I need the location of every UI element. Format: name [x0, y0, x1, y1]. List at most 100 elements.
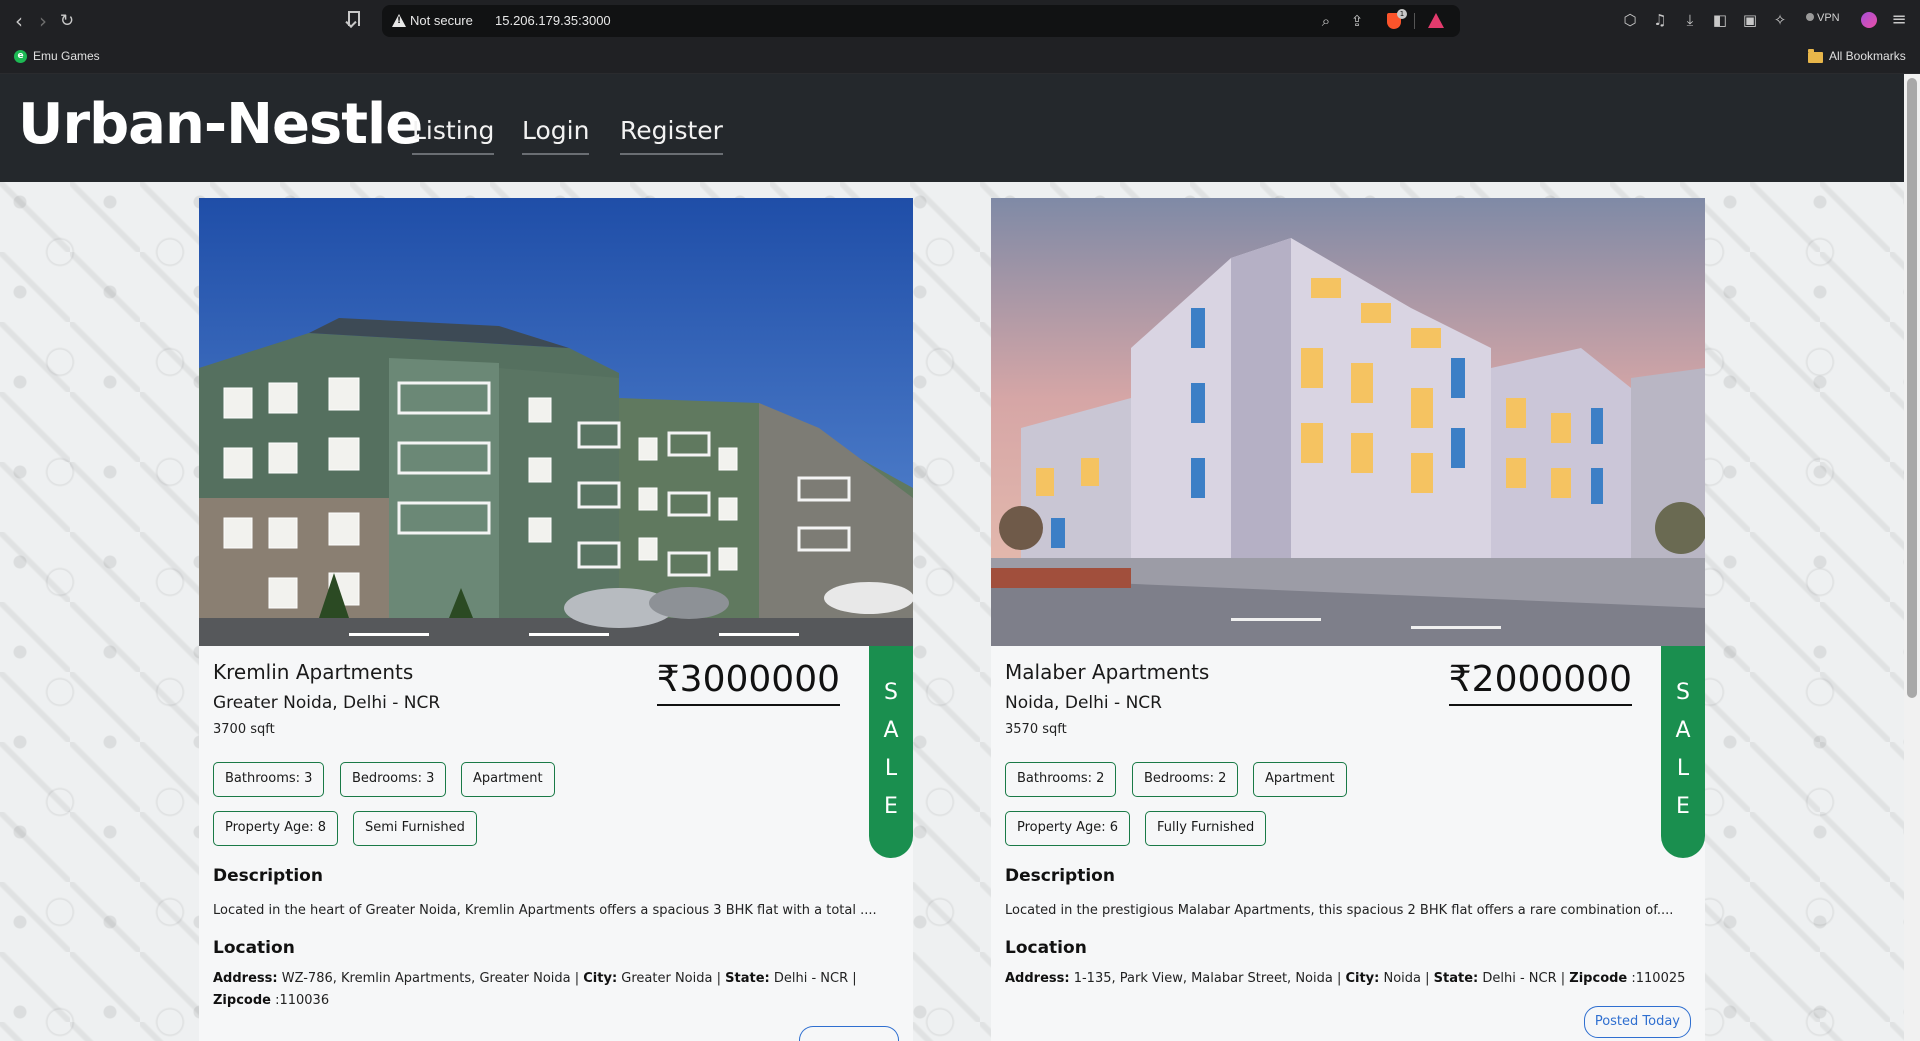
url-text[interactable]: 15.206.179.35:3000 [495, 13, 611, 28]
site-brand[interactable]: Urban-Nestle [18, 92, 423, 157]
bookmark-page-icon[interactable] [348, 11, 360, 26]
address-text: Address: WZ-786, Kremlin Apartments, Gre… [213, 968, 903, 1012]
posted-badge [799, 1026, 899, 1041]
sale-letter: L [884, 756, 898, 781]
reload-icon[interactable]: ↻ [54, 8, 80, 34]
sale-letter: S [884, 680, 898, 705]
sale-letter: L [1676, 756, 1690, 781]
urlbar-divider [1414, 13, 1415, 29]
sale-letter: E [1676, 794, 1690, 819]
sale-badge: S A L E [869, 646, 913, 858]
listing-details: Malaber Apartments Noida, Delhi - NCR 35… [991, 646, 1705, 1041]
description-text: Located in the prestigious Malabar Apart… [1005, 903, 1674, 918]
chip-property-age: Property Age: 8 [213, 811, 339, 846]
posted-badge: Posted Today [1583, 1006, 1691, 1038]
sale-badge: S A L E [1661, 646, 1705, 858]
scrollbar-thumb[interactable] [1907, 78, 1917, 698]
listing-card[interactable]: Kremlin Apartments Greater Noida, Delhi … [199, 198, 913, 1041]
sale-letter: S [1676, 680, 1690, 705]
media-icon[interactable]: ♫ [1650, 9, 1670, 31]
extensions-icon[interactable]: ⬡ [1620, 9, 1640, 31]
nav-login[interactable]: Login [522, 116, 590, 155]
listing-city: Greater Noida, Delhi - NCR [213, 693, 441, 713]
chip-bathrooms: Bathrooms: 2 [1005, 762, 1117, 797]
zipcode-label: Zipcode [1569, 971, 1628, 986]
chip-bedrooms: Bedrooms: 2 [1132, 762, 1239, 797]
download-icon[interactable]: ⤓ [1680, 9, 1700, 31]
state-value: Delhi - NCR | [769, 971, 857, 986]
address-bar[interactable]: Not secure 15.206.179.35:3000 ⌕ ⇪ 1 [382, 5, 1460, 37]
emu-games-favicon-icon[interactable]: e [14, 50, 27, 63]
zipcode-value: :110025 [1627, 971, 1686, 986]
warning-icon[interactable] [392, 14, 406, 27]
bookmark-emu-games[interactable]: Emu Games [33, 49, 100, 63]
address-label: Address: [1005, 971, 1070, 986]
sale-letter: A [883, 718, 899, 743]
description-heading: Description [213, 866, 323, 886]
chip-bathrooms: Bathrooms: 3 [213, 762, 325, 797]
chip-bedrooms: Bedrooms: 3 [340, 762, 447, 797]
site-header: Urban-Nestle Listing Login Register [0, 74, 1904, 182]
property-photo[interactable] [199, 198, 913, 646]
address-value: WZ-786, Kremlin Apartments, Greater Noid… [277, 971, 584, 986]
shield-count-badge: 1 [1397, 9, 1407, 19]
page-scrollbar[interactable] [1904, 74, 1920, 1041]
back-icon[interactable]: ‹ [6, 8, 32, 34]
menu-icon[interactable]: ≡ [1889, 9, 1909, 31]
city-label: City: [583, 971, 618, 986]
bookmarks-bar: e Emu Games All Bookmarks [0, 42, 1920, 74]
state-value: Delhi - NCR | [1478, 971, 1570, 986]
zipcode-label: Zipcode [213, 993, 271, 1008]
listing-title[interactable]: Kremlin Apartments [213, 660, 413, 684]
chip-property-type: Apartment [1253, 762, 1347, 797]
city-value: Greater Noida | [617, 971, 726, 986]
chip-property-type: Apartment [461, 762, 555, 797]
sale-letter: A [1675, 718, 1691, 743]
chip-furnishing: Fully Furnished [1145, 811, 1267, 846]
listing-card[interactable]: Malaber Apartments Noida, Delhi - NCR 35… [991, 198, 1705, 1041]
chip-property-age: Property Age: 6 [1005, 811, 1131, 846]
property-photo[interactable] [991, 198, 1705, 646]
zipcode-value: :110036 [270, 993, 330, 1008]
apartment-building-photo [991, 198, 1705, 646]
listing-price: ₹2000000 [1448, 658, 1632, 706]
leo-icon[interactable]: ✧ [1770, 9, 1790, 31]
city-label: City: [1345, 971, 1380, 986]
state-label: State: [1433, 971, 1479, 986]
rewards-icon[interactable] [1428, 13, 1444, 28]
nav-register[interactable]: Register [620, 116, 723, 155]
address-value: 1-135, Park View, Malabar Street, Noida … [1069, 971, 1346, 986]
listing-title[interactable]: Malaber Apartments [1005, 660, 1209, 684]
location-heading: Location [1005, 938, 1087, 958]
sale-letter: E [884, 794, 898, 819]
sidebar-icon[interactable]: ◧ [1710, 9, 1730, 31]
bookmark-all-bookmarks[interactable]: All Bookmarks [1829, 49, 1906, 63]
location-heading: Location [213, 938, 295, 958]
description-text: Located in the heart of Greater Noida, K… [213, 903, 877, 918]
listing-details: Kremlin Apartments Greater Noida, Delhi … [199, 646, 913, 1041]
zoom-icon[interactable]: ⌕ [1316, 11, 1336, 31]
folder-icon[interactable] [1808, 49, 1823, 63]
description-heading: Description [1005, 866, 1115, 886]
listing-price: ₹3000000 [656, 658, 840, 706]
nav-listing[interactable]: Listing [412, 116, 495, 155]
vpn-status-icon [1806, 13, 1814, 21]
vpn-button[interactable]: VPN [1806, 12, 1840, 24]
browser-toolbar: ‹ › ↻ Not secure 15.206.179.35:3000 ⌕ ⇪ … [0, 0, 1920, 42]
state-label: State: [725, 971, 770, 986]
page-viewport: Urban-Nestle Listing Login Register Krem… [0, 74, 1904, 1041]
listing-area: 3570 sqft [1005, 722, 1067, 737]
listing-area: 3700 sqft [213, 722, 275, 737]
security-label[interactable]: Not secure [410, 13, 473, 28]
forward-icon[interactable]: › [30, 8, 56, 34]
wallet-icon[interactable]: ▣ [1740, 9, 1760, 31]
chip-furnishing: Semi Furnished [353, 811, 477, 846]
address-label: Address: [213, 971, 278, 986]
city-value: Noida | [1379, 971, 1434, 986]
share-icon[interactable]: ⇪ [1347, 11, 1367, 31]
address-text: Address: 1-135, Park View, Malabar Stree… [1005, 968, 1695, 990]
apartment-building-photo [199, 198, 913, 646]
profile-avatar[interactable] [1861, 12, 1877, 28]
vpn-label: VPN [1817, 12, 1840, 24]
listing-city: Noida, Delhi - NCR [1005, 693, 1162, 713]
